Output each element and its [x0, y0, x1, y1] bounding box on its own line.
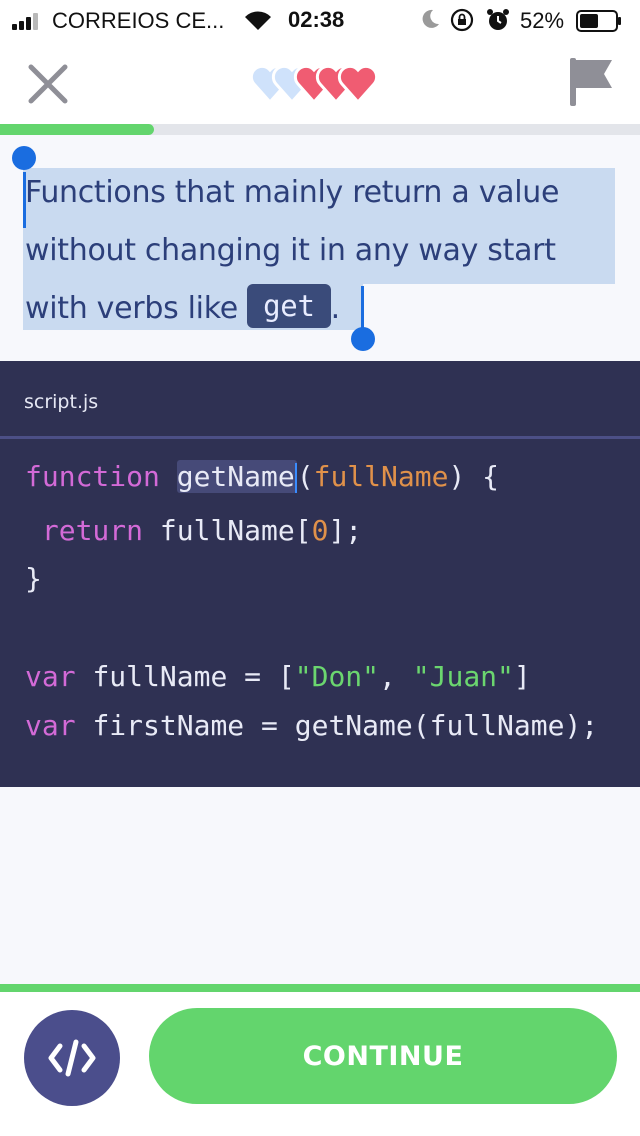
code-icon [48, 1039, 96, 1077]
code-line: function getName(fullName) { [25, 457, 499, 497]
code-token: firstName = getName(fullName); [92, 709, 599, 742]
flag-icon[interactable] [568, 56, 614, 108]
code-token: "Juan" [412, 660, 514, 693]
bottom-divider [0, 984, 640, 992]
code-token: "Don" [294, 660, 380, 693]
selection-end-knob[interactable] [351, 327, 375, 351]
code-token: var [25, 660, 76, 693]
code-token: getName [176, 460, 295, 493]
bottom-bar: CONTINUE [0, 992, 640, 1136]
lesson-text-line: without changing it in any way start [25, 233, 556, 268]
code-token: return [41, 514, 144, 547]
lesson-progress-bar [0, 124, 640, 135]
code-token: fullName = [ [92, 660, 295, 693]
selection-start-knob[interactable] [12, 146, 36, 170]
lesson-text-block: Functions that mainly return a value wit… [0, 146, 640, 351]
code-token: fullName [313, 460, 449, 493]
alarm-icon [487, 9, 509, 30]
code-block[interactable]: function getName(fullName) { return full… [25, 457, 625, 742]
continue-button[interactable]: CONTINUE [149, 1008, 617, 1104]
lesson-text-segment: with verbs like [25, 291, 238, 326]
code-token: ] [513, 660, 531, 693]
signal-icon [12, 12, 48, 30]
code-token: ) { [448, 460, 500, 493]
lesson-text-line: with verbs like get. [25, 280, 625, 338]
editor-divider [0, 436, 640, 439]
heart-filled-icon [337, 64, 379, 105]
highlighted-token: getName [176, 460, 297, 493]
code-token: , [379, 660, 413, 693]
lesson-header [0, 40, 640, 124]
carrier-name: CORREIOS CE... [52, 8, 225, 33]
lesson-progress-fill [0, 124, 154, 135]
lesson-text-segment: . [330, 291, 341, 326]
lives-hearts [249, 64, 379, 105]
selection-start-handle[interactable] [23, 172, 26, 228]
code-editor: script.js function getName(fullName) { r… [0, 361, 640, 787]
status-bar: CORREIOS CE... 02:38 52% [0, 0, 640, 40]
file-tab[interactable]: script.js [24, 391, 98, 413]
rotation-lock-icon [450, 8, 474, 32]
code-token: function [25, 460, 160, 493]
inline-code-chip: get [247, 284, 331, 328]
battery-icon [576, 10, 621, 32]
battery-percent: 52% [520, 8, 565, 33]
selection-end-handle[interactable] [361, 286, 364, 330]
code-token: 0 [311, 514, 329, 547]
status-time: 02:38 [288, 7, 345, 32]
code-token: fullName[ [159, 514, 312, 547]
code-line: return fullName[0]; [25, 511, 362, 551]
code-line: var fullName = ["Don", "Juan"] [25, 657, 531, 697]
moon-icon [422, 9, 439, 28]
code-line: var firstName = getName(fullName); [25, 706, 598, 746]
lesson-text: Functions that mainly return a value wit… [25, 164, 625, 338]
code-line: } [25, 562, 42, 595]
code-token: ( [296, 460, 314, 493]
code-token: ]; [328, 514, 363, 547]
code-token: var [25, 709, 76, 742]
code-button[interactable] [24, 1010, 120, 1106]
close-icon[interactable] [26, 62, 70, 106]
lesson-text-line: Functions that mainly return a value [25, 175, 560, 210]
wifi-icon [245, 11, 271, 30]
